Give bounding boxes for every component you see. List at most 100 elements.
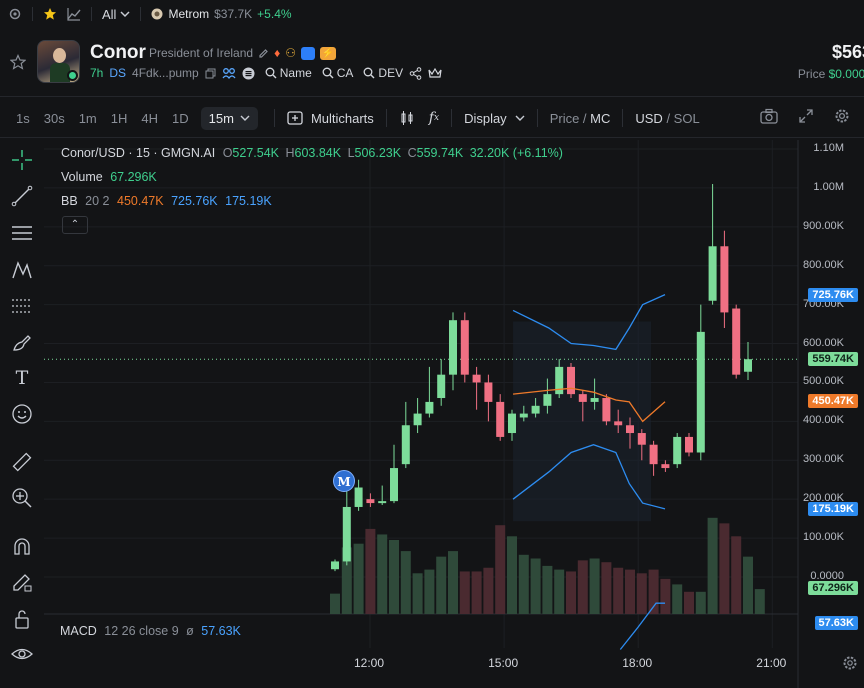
candle-body <box>744 359 752 372</box>
volume-bar <box>566 571 576 614</box>
close-label: C <box>407 146 417 160</box>
volume-bar <box>589 558 600 614</box>
lock-icon[interactable] <box>10 607 34 631</box>
camera-icon[interactable] <box>760 108 778 124</box>
volume-bar <box>424 569 435 614</box>
display-label: Display <box>464 110 507 126</box>
settings-icon[interactable] <box>8 7 22 21</box>
timeframe-4h[interactable]: 4H <box>141 111 158 126</box>
zoom-in-icon[interactable] <box>10 486 34 510</box>
display-dropdown[interactable]: Display <box>464 111 525 126</box>
indicators-fx-icon[interactable]: fx <box>429 110 439 126</box>
gear-icon[interactable] <box>834 108 850 124</box>
collapse-legend-button[interactable]: ⌃ <box>62 216 88 234</box>
candle-body <box>614 421 623 426</box>
multicharts-button[interactable]: Multicharts <box>287 111 374 126</box>
magnet-icon[interactable] <box>10 535 34 559</box>
high-value: 603.84K <box>294 146 342 160</box>
candle-body <box>661 464 670 469</box>
crown-icon[interactable] <box>428 67 442 79</box>
bolt-icon[interactable]: ⚡ <box>319 46 336 60</box>
ticker-metrom[interactable]: Metrom $37.7K +5.4% <box>151 7 292 21</box>
trendline-icon[interactable] <box>10 184 34 208</box>
text-tool-icon[interactable]: T <box>10 366 34 390</box>
candle-body <box>637 433 646 445</box>
volume-bar <box>695 591 706 614</box>
timeframe-1d[interactable]: 1D <box>172 111 189 126</box>
volume-bar <box>754 589 765 614</box>
eye-icon[interactable] <box>10 642 34 666</box>
search-ca-link[interactable]: CA <box>322 66 353 80</box>
candle-body <box>578 394 587 402</box>
y-tick-label: 400.00K <box>803 414 844 427</box>
token-description: President of Ireland <box>149 46 254 60</box>
open-value: 527.54K <box>232 146 279 160</box>
macd-symbol: ø <box>186 624 194 638</box>
price-label: Price <box>797 67 826 81</box>
divider <box>622 109 624 127</box>
usd-mode[interactable]: USD <box>635 111 662 126</box>
horizontal-lines-icon[interactable] <box>10 221 34 245</box>
filter-all-dropdown[interactable]: All <box>102 7 130 22</box>
candle-body <box>496 401 505 437</box>
search-dev-link[interactable]: DEV <box>363 66 403 80</box>
price-mc-toggle[interactable]: Price / MC <box>550 111 611 126</box>
mc-mode[interactable]: MC <box>590 111 610 126</box>
search-name-link[interactable]: Name <box>265 66 312 80</box>
candle-type-icon[interactable] <box>399 110 415 126</box>
volume-bar <box>518 554 529 614</box>
low-label: L <box>347 146 355 160</box>
price-chart[interactable]: № Conor/USD · 15 · GMGN.AI O527.54K H603… <box>44 140 864 688</box>
pattern-icon[interactable] <box>10 258 34 282</box>
candle-body <box>508 413 516 434</box>
crosshair-icon[interactable] <box>10 148 34 172</box>
edit-icon[interactable] <box>258 48 269 59</box>
ds-label[interactable]: DS <box>109 66 126 80</box>
share-icon[interactable] <box>409 66 422 80</box>
fullscreen-icon[interactable] <box>798 108 814 124</box>
divider <box>91 7 92 21</box>
star-filled-icon[interactable] <box>43 7 57 21</box>
x-tick-label: 15:00 <box>488 656 519 670</box>
close-value: 559.74K <box>416 146 464 160</box>
token-header: Conor President of Ireland ♦ ⚇ ⚡ 7h DS 4… <box>0 36 864 88</box>
bb-label: BB <box>61 194 78 208</box>
timeframe-1m[interactable]: 1m <box>79 111 97 126</box>
chart-canvas[interactable]: № <box>44 140 864 688</box>
token-address[interactable]: 4Fdk...pump <box>132 66 199 80</box>
timeframe-1s[interactable]: 1s <box>16 111 30 126</box>
social-links-icon[interactable] <box>222 67 236 79</box>
timeframe-dropdown[interactable]: 15m <box>200 106 258 130</box>
candle-body <box>331 561 339 570</box>
emoji-icon[interactable] <box>10 402 34 426</box>
coin-icon <box>151 8 163 20</box>
chart-trend-icon[interactable] <box>67 7 81 21</box>
symbol-label: Conor/USD · 15 · GMGN.AI <box>61 146 216 160</box>
fib-icon[interactable] <box>10 294 34 318</box>
search-dev-label: DEV <box>378 66 404 80</box>
favorite-star-icon[interactable] <box>10 54 26 70</box>
currency-toggle[interactable]: USD / SOL <box>635 111 699 126</box>
copy-icon[interactable] <box>205 68 216 79</box>
change-value: 32.20K (+6.11%) <box>469 146 563 160</box>
ruler-icon[interactable] <box>10 450 34 474</box>
y-tick-label: 1.10M <box>813 142 844 154</box>
volume-bar <box>530 558 541 614</box>
volume-label: Volume <box>61 170 103 184</box>
sol-mode[interactable]: SOL <box>674 111 700 126</box>
bb-mid-tag: 450.47K <box>808 394 858 408</box>
pencil-lock-icon[interactable] <box>10 570 34 594</box>
token-avatar[interactable] <box>37 40 80 83</box>
migration-marker[interactable]: M <box>333 470 355 492</box>
timeframe-1h[interactable]: 1H <box>111 111 128 126</box>
bb-mid-value: 450.47K <box>117 194 164 208</box>
telegram-icon[interactable] <box>300 46 315 60</box>
volume-bar <box>577 560 588 614</box>
brush-icon[interactable] <box>10 330 34 354</box>
timeframe-30s[interactable]: 30s <box>44 111 65 126</box>
menu-circle-icon[interactable] <box>242 67 255 80</box>
slash: / <box>662 110 674 126</box>
price-mode[interactable]: Price <box>550 111 580 126</box>
volume-legend: Volume 67.296K <box>61 170 157 184</box>
market-price: $563 <box>831 42 864 62</box>
